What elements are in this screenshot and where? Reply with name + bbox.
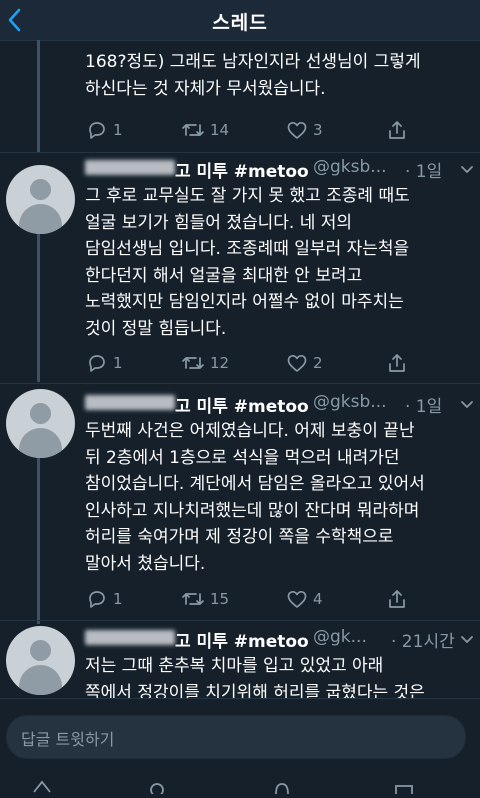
page-title: 스레드 <box>212 12 268 34</box>
retweet-button[interactable]: 14 <box>180 117 229 143</box>
reply-button[interactable]: 1 <box>85 586 123 612</box>
tweet-header: 고 미투 #metoo @gksb... · 1일 <box>85 392 475 417</box>
retweet-icon <box>182 593 204 605</box>
redacted-name <box>85 395 175 410</box>
tweet-line: 그 후로 교무실도 잘 가지 못 했고 조종례 때도 <box>85 186 410 206</box>
tweet-line: 168?정도) 그래도 남자인지라 선생님이 그렇게 <box>85 52 421 72</box>
tweet-line: 담임선생님 입니다. 조종례때 일부러 자는척을 <box>85 239 410 259</box>
reply-count: 1 <box>113 354 123 372</box>
reply-icon <box>89 122 105 139</box>
avatar-head-shape <box>30 640 51 661</box>
display-name[interactable]: 고 미투 #metoo <box>175 392 309 417</box>
retweet-button[interactable]: 15 <box>180 586 229 612</box>
heart-icon <box>287 590 307 608</box>
heart-icon <box>287 354 307 372</box>
tweet-text: 168?정도) 그래도 남자인지라 선생님이 그렇게 하신다는 것 자체가 무서… <box>85 49 470 102</box>
avatar-body-shape <box>19 204 62 234</box>
like-count: 4 <box>313 590 323 608</box>
avatar[interactable] <box>6 626 75 695</box>
reply-count: 1 <box>113 121 123 139</box>
tweet-line: 뒤 2층에서 1층으로 석식을 먹으러 내려가던 <box>85 447 400 468</box>
reply-icon <box>89 591 105 608</box>
retweet-button[interactable]: 12 <box>180 350 229 376</box>
tweet-actions: 1 15 4 <box>85 586 465 612</box>
like-count: 3 <box>313 121 323 139</box>
notifications-icon[interactable] <box>272 778 292 795</box>
reply-placeholder: 답글 트윗하기 <box>21 730 115 749</box>
retweet-icon <box>182 124 204 136</box>
header-bar: 스레드 <box>0 0 480 41</box>
retweet-count: 14 <box>210 121 230 139</box>
share-icon <box>389 354 405 372</box>
share-button[interactable] <box>385 586 409 612</box>
search-icon[interactable] <box>148 778 168 797</box>
retweet-count: 12 <box>210 354 230 372</box>
like-button[interactable]: 4 <box>285 586 323 612</box>
redacted-name <box>85 630 175 645</box>
like-count: 2 <box>313 354 323 372</box>
tweet-line: 한다던지 해서 얼굴을 최대한 안 보려고 <box>85 265 363 286</box>
tweet-text: 두번째 사건은 어제였습니다. 어제 보충이 끝난 뒤 2층에서 1층으로 석식… <box>85 418 470 577</box>
thread-line <box>37 40 40 152</box>
avatar-body-shape <box>19 428 62 458</box>
avatar[interactable] <box>6 389 75 458</box>
thread-line <box>37 234 40 382</box>
tweet-text: 그 후로 교무실도 잘 가지 못 했고 조종례 때도 얼굴 보기가 힘들어 졌습… <box>85 183 470 342</box>
tweet-line: 얼굴 보기가 힘들어 졌습니다. 네 저의 <box>85 212 353 233</box>
share-icon <box>389 590 405 608</box>
divider <box>0 620 480 621</box>
avatar-head-shape <box>30 179 51 200</box>
display-name[interactable]: 고 미투 #metoo <box>175 157 309 182</box>
reply-input[interactable]: 답글 트윗하기 <box>6 715 466 759</box>
display-name[interactable]: 고 미투 #metoo <box>175 627 309 652</box>
timestamp: · 21시간 <box>391 632 455 652</box>
tweet-line: 허리를 숙여가며 제 정강이 쪽을 수학책으로 <box>85 527 394 547</box>
tweet-line: 인사하고 지나치려했는데 많이 잔다며 뭐라하며 <box>85 500 420 521</box>
divider <box>0 383 480 384</box>
tweet-header: 고 미투 #metoo @gk... · 21시간 <box>85 627 475 652</box>
timestamp: · 1일 <box>405 397 443 417</box>
divider <box>0 152 480 153</box>
heart-icon <box>287 121 307 139</box>
tweet-line: 하신다는 것 자체가 무서웠습니다. <box>85 78 326 99</box>
tweet-line: 두번째 사건은 어제였습니다. 어제 보충이 끝난 <box>85 421 415 441</box>
tweet-line: 노력했지만 담임인지라 어쩔수 없이 마주치는 <box>85 292 404 312</box>
like-button[interactable]: 2 <box>285 350 323 376</box>
redacted-name <box>85 160 175 175</box>
tweet-actions: 1 14 3 <box>85 117 465 143</box>
tweet-header: 고 미투 #metoo @gksb... · 1일 <box>85 157 475 182</box>
avatar-body-shape <box>19 665 62 695</box>
tweet-line: 참이었습니다. 계단에서 담임은 올라오고 있어서 <box>85 474 425 494</box>
user-handle: @gk... <box>313 627 367 647</box>
tweet-line: 것이 정말 힘듭니다. <box>85 318 227 339</box>
timestamp: · 1일 <box>405 162 443 182</box>
avatar[interactable] <box>6 165 75 234</box>
messages-icon[interactable] <box>394 778 414 794</box>
retweet-count: 15 <box>210 590 230 608</box>
chevron-down-icon[interactable] <box>455 392 479 416</box>
tweet-line: 말아서 쳤습니다. <box>85 553 206 574</box>
home-icon[interactable] <box>32 778 52 794</box>
thread-line <box>37 458 40 624</box>
tweet-actions: 1 12 2 <box>85 350 465 376</box>
user-handle: @gksb... <box>313 157 387 177</box>
share-icon <box>389 121 405 139</box>
tweet-line: 저는 그때 춘추복 치마를 입고 있었고 아래 <box>85 656 384 676</box>
reply-icon <box>89 355 105 372</box>
user-handle: @gksb... <box>313 392 387 412</box>
reply-count: 1 <box>113 590 123 608</box>
retweet-icon <box>182 357 204 369</box>
like-button[interactable]: 3 <box>285 117 323 143</box>
avatar-head-shape <box>30 403 51 424</box>
chevron-down-icon[interactable] <box>455 627 479 651</box>
share-button[interactable] <box>385 117 409 143</box>
reply-button[interactable]: 1 <box>85 117 123 143</box>
bottom-nav <box>0 776 480 797</box>
chevron-down-icon[interactable] <box>455 157 479 181</box>
reply-button[interactable]: 1 <box>85 350 123 376</box>
share-button[interactable] <box>385 350 409 376</box>
